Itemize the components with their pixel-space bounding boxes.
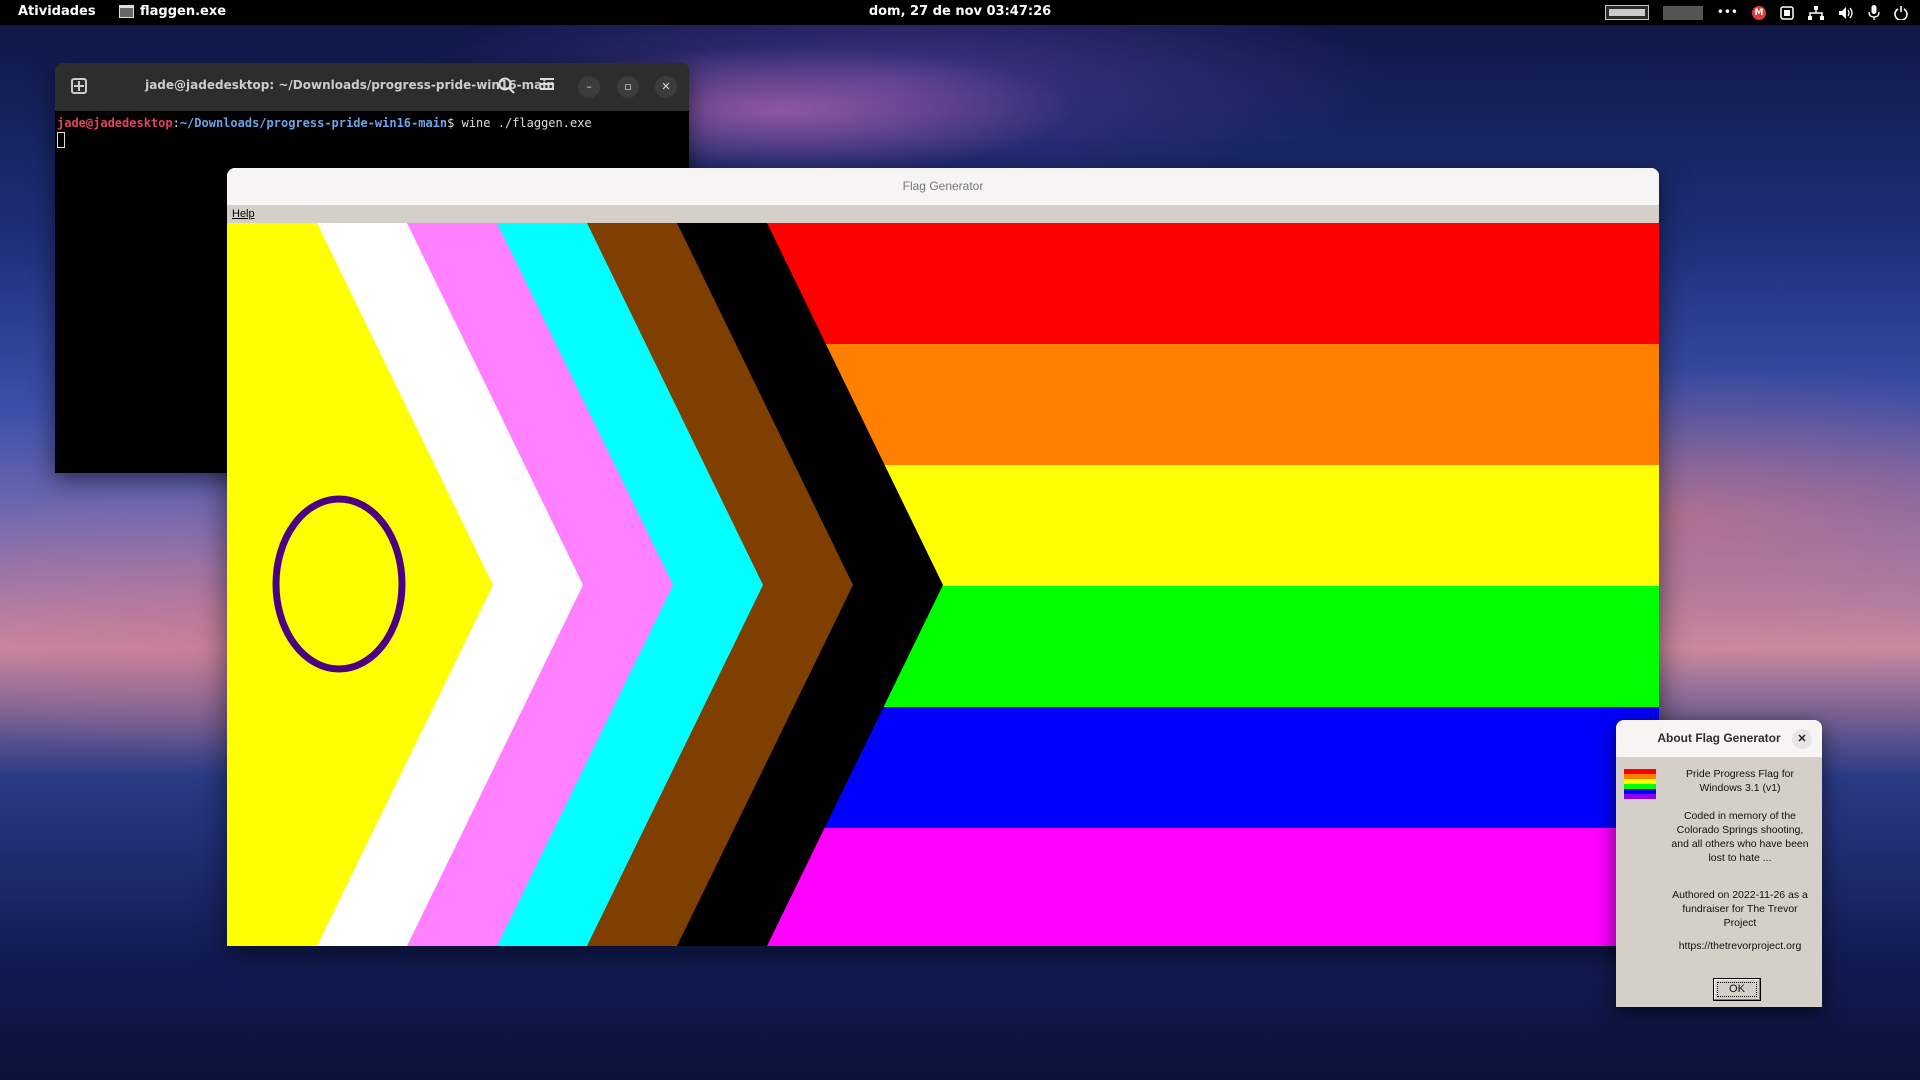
more-icon[interactable]: •••: [1717, 3, 1738, 22]
mail-badge-icon[interactable]: M: [1752, 5, 1766, 20]
input-indicator-icon[interactable]: [1662, 5, 1703, 20]
keyboard-layout-icon[interactable]: [1604, 5, 1649, 20]
minimize-icon[interactable]: –: [578, 76, 600, 98]
terminal-command: wine ./flaggen.exe: [461, 116, 592, 130]
top-bar: Atividades flaggen.exe dom, 27 de nov 03…: [0, 0, 1920, 25]
app-menu[interactable]: flaggen.exe: [119, 4, 226, 19]
screen-icon[interactable]: [1780, 5, 1794, 20]
prompt-separator: :: [172, 116, 180, 130]
clock-label[interactable]: dom, 27 de nov 03:47:26: [869, 4, 1051, 19]
search-icon[interactable]: [497, 77, 517, 97]
terminal-cursor: [57, 131, 65, 148]
prompt-path: ~/Downloads/progress-pride-win16-main: [179, 116, 448, 130]
menu-icon[interactable]: [537, 77, 557, 97]
activities-button[interactable]: Atividades: [18, 4, 96, 19]
menu-bar: Help: [227, 205, 1659, 223]
app-window-icon: [119, 5, 134, 18]
microphone-icon[interactable]: [1868, 5, 1880, 20]
terminal-command-line: jade@jadedesktop:~/Downloads/progress-pr…: [57, 115, 687, 131]
menu-help[interactable]: Help: [232, 208, 255, 220]
terminal-header-bar[interactable]: jade@jadedesktop: ~/Downloads/progress-p…: [55, 63, 689, 111]
prompt-symbol: $: [447, 116, 462, 130]
app-menu-label: flaggen.exe: [140, 4, 227, 19]
ok-button[interactable]: OK: [1713, 978, 1761, 1001]
maximize-icon[interactable]: ▫: [617, 76, 639, 98]
window-title: Flag Generator: [227, 168, 1659, 205]
new-tab-icon[interactable]: [71, 78, 87, 94]
about-url[interactable]: https://thetrevorproject.org: [1668, 939, 1812, 953]
power-icon[interactable]: [1894, 5, 1908, 20]
about-dialog-titlebar: About Flag Generator ✕: [1616, 720, 1822, 757]
about-author-text: Authored on 2022-11-26 as a fundraiser f…: [1672, 889, 1808, 929]
close-icon[interactable]: ✕: [655, 76, 677, 98]
pride-flag-icon: [1624, 769, 1656, 799]
prompt-user: jade@jadedesktop: [57, 116, 173, 130]
progress-pride-flag: [227, 223, 1659, 946]
system-tray[interactable]: ••• M: [1604, 3, 1908, 22]
flag-generator-window[interactable]: Flag Generator Help: [227, 168, 1659, 946]
volume-icon[interactable]: [1838, 6, 1854, 20]
about-dialog-title: About Flag Generator: [1657, 731, 1781, 745]
mini-stripe: [1624, 794, 1656, 799]
terminal-output[interactable]: jade@jadedesktop:~/Downloads/progress-pr…: [55, 111, 689, 152]
network-icon[interactable]: [1808, 5, 1824, 20]
about-memorial-text: Coded in memory of the Colorado Springs …: [1671, 810, 1809, 864]
about-app-name: Pride Progress Flag for Windows 3.1 (v1): [1686, 768, 1794, 794]
about-dialog[interactable]: About Flag Generator ✕ Pride Progress Fl…: [1616, 720, 1822, 1007]
close-icon[interactable]: ✕: [1792, 729, 1812, 749]
